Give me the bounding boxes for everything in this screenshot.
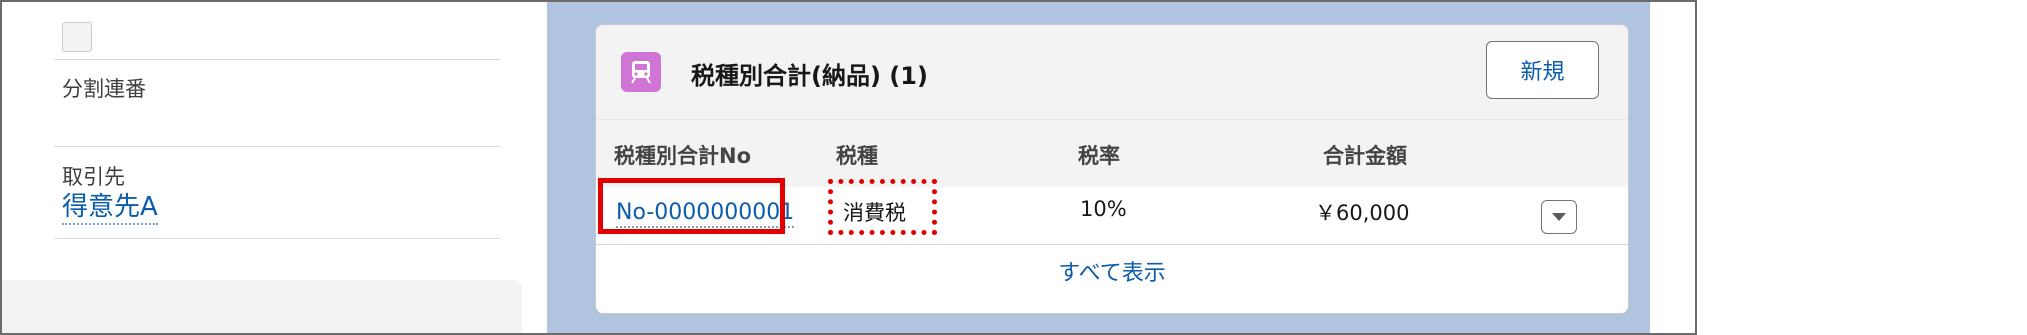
divider <box>54 59 500 60</box>
divider <box>54 238 500 239</box>
new-button[interactable]: 新規 <box>1486 41 1599 99</box>
column-header-no[interactable]: 税種別合計No <box>614 140 751 170</box>
field-label-split-number: 分割連番 <box>62 77 146 101</box>
record-detail-panel: 分割連番 取引先 得意先A <box>2 2 542 333</box>
column-header-tax-type[interactable]: 税種 <box>836 140 878 170</box>
column-header-tax-rate[interactable]: 税率 <box>1078 140 1120 170</box>
divider <box>54 146 500 147</box>
total-amount-cell: ￥60,000 <box>1315 201 1410 225</box>
truck-icon <box>621 52 661 92</box>
checkbox[interactable] <box>62 22 92 52</box>
tax-rate-cell: 10% <box>1080 197 1127 221</box>
related-list-card: 税種別合計(納品) (1) 新規 税種別合計No 税種 税率 合計金額 No-0… <box>595 24 1629 314</box>
account-link[interactable]: 得意先A <box>62 192 158 225</box>
chevron-down-icon <box>1552 213 1566 221</box>
empty-section <box>2 280 522 333</box>
view-all-link[interactable]: すべて表示 <box>596 255 1628 287</box>
screenshot-frame: 分割連番 取引先 得意先A 税種別合計(納品) (1) 新規 税種別合計No 税… <box>0 0 1697 335</box>
highlight-box-solid <box>598 178 785 234</box>
column-header-total[interactable]: 合計金額 <box>1323 140 1407 170</box>
field-label-account: 取引先 <box>62 165 125 189</box>
related-list-title[interactable]: 税種別合計(納品) (1) <box>691 56 928 91</box>
highlight-box-dotted <box>828 179 937 235</box>
row-actions-dropdown[interactable] <box>1541 200 1577 234</box>
